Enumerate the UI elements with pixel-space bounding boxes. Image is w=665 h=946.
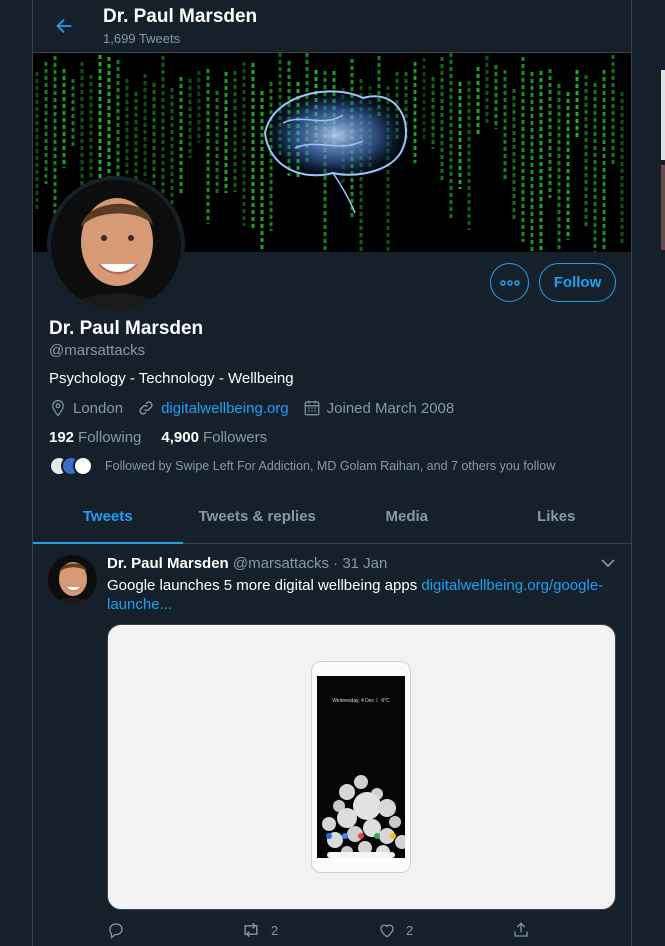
- side-panel-edge-2: [661, 165, 665, 250]
- follow-counts: 192 Following 4,900 Followers: [49, 429, 287, 446]
- profile-avatar[interactable]: [47, 176, 185, 314]
- following-count[interactable]: 192 Following: [49, 429, 141, 446]
- share-action[interactable]: [512, 921, 530, 939]
- more-icon: [499, 279, 520, 286]
- followed-by[interactable]: Followed by Swipe Left For Addiction, MD…: [49, 456, 555, 476]
- link-icon: [139, 401, 153, 415]
- retweet-count: 2: [271, 922, 279, 938]
- profile-meta: London digitalwellbeing.org Joined March…: [49, 399, 468, 417]
- location-icon: [52, 399, 64, 417]
- tweet-actions: 2 2: [107, 921, 547, 943]
- tweet-text: Google launches 5 more digital wellbeing…: [107, 576, 617, 614]
- profile-tabs: Tweets Tweets & replies Media Likes: [33, 490, 631, 544]
- location-label: London: [73, 399, 124, 417]
- share-icon: [514, 922, 528, 937]
- follow-button[interactable]: Follow: [539, 263, 616, 302]
- profile-header: Dr. Paul Marsden 1,699 Tweets: [33, 0, 631, 53]
- like-icon: [380, 924, 394, 938]
- tweet-author[interactable]: Dr. Paul Marsden: [107, 555, 229, 572]
- calendar-icon: [304, 400, 320, 416]
- tweet-handle[interactable]: @marsattacks: [233, 555, 329, 572]
- profile-name: Dr. Paul Marsden: [49, 318, 204, 339]
- phone-illustration: Wednesday, 4 Dec ☾ 6°C: [311, 661, 411, 873]
- header-title: Dr. Paul Marsden: [103, 6, 258, 27]
- profile-handle: @marsattacks: [49, 342, 146, 359]
- tweet-avatar[interactable]: [48, 555, 97, 604]
- tweet-date[interactable]: 31 Jan: [342, 555, 387, 572]
- tab-likes[interactable]: Likes: [482, 490, 632, 543]
- more-options-button[interactable]: [490, 263, 529, 302]
- profile-column: Dr. Paul Marsden 1,699 Tweets Follow Dr.…: [32, 0, 632, 946]
- tab-media[interactable]: Media: [332, 490, 482, 543]
- header-tweet-count: 1,699 Tweets: [103, 31, 181, 46]
- chevron-down-icon[interactable]: [600, 557, 616, 569]
- profile-bio: Psychology - Technology - Wellbeing: [49, 370, 294, 387]
- tweet-header: Dr. Paul Marsden @marsattacks · 31 Jan: [107, 555, 387, 572]
- reply-action[interactable]: [107, 921, 135, 939]
- side-panel-edge: [661, 70, 665, 160]
- profile-joined: Joined March 2008: [303, 399, 455, 417]
- like-action[interactable]: 2: [378, 921, 413, 939]
- tweet-sep: ·: [333, 555, 339, 572]
- back-arrow-icon[interactable]: [53, 15, 75, 37]
- tab-tweets[interactable]: Tweets: [33, 490, 183, 544]
- website-link[interactable]: digitalwellbeing.org: [161, 400, 289, 417]
- followers-count[interactable]: 4,900 Followers: [161, 429, 267, 446]
- phone-screen: Wednesday, 4 Dec ☾ 6°C: [317, 676, 405, 858]
- bubble-graphic: [322, 775, 405, 858]
- retweet-action[interactable]: 2: [241, 921, 278, 939]
- tweet-body: Google launches 5 more digital wellbeing…: [107, 577, 422, 594]
- followed-by-text: Followed by Swipe Left For Addiction, MD…: [105, 459, 556, 473]
- retweet-icon: [244, 922, 258, 938]
- tab-tweets-replies[interactable]: Tweets & replies: [183, 490, 333, 543]
- joined-label: Joined March 2008: [326, 399, 455, 417]
- profile-website[interactable]: digitalwellbeing.org: [137, 399, 289, 417]
- tweet[interactable]: Dr. Paul Marsden @marsattacks · 31 Jan G…: [33, 545, 631, 946]
- follower-avatar: [73, 456, 93, 476]
- tweet-media[interactable]: Wednesday, 4 Dec ☾ 6°C: [107, 624, 616, 910]
- profile-location: London: [49, 399, 123, 417]
- reply-icon: [109, 923, 123, 939]
- like-count: 2: [406, 922, 414, 938]
